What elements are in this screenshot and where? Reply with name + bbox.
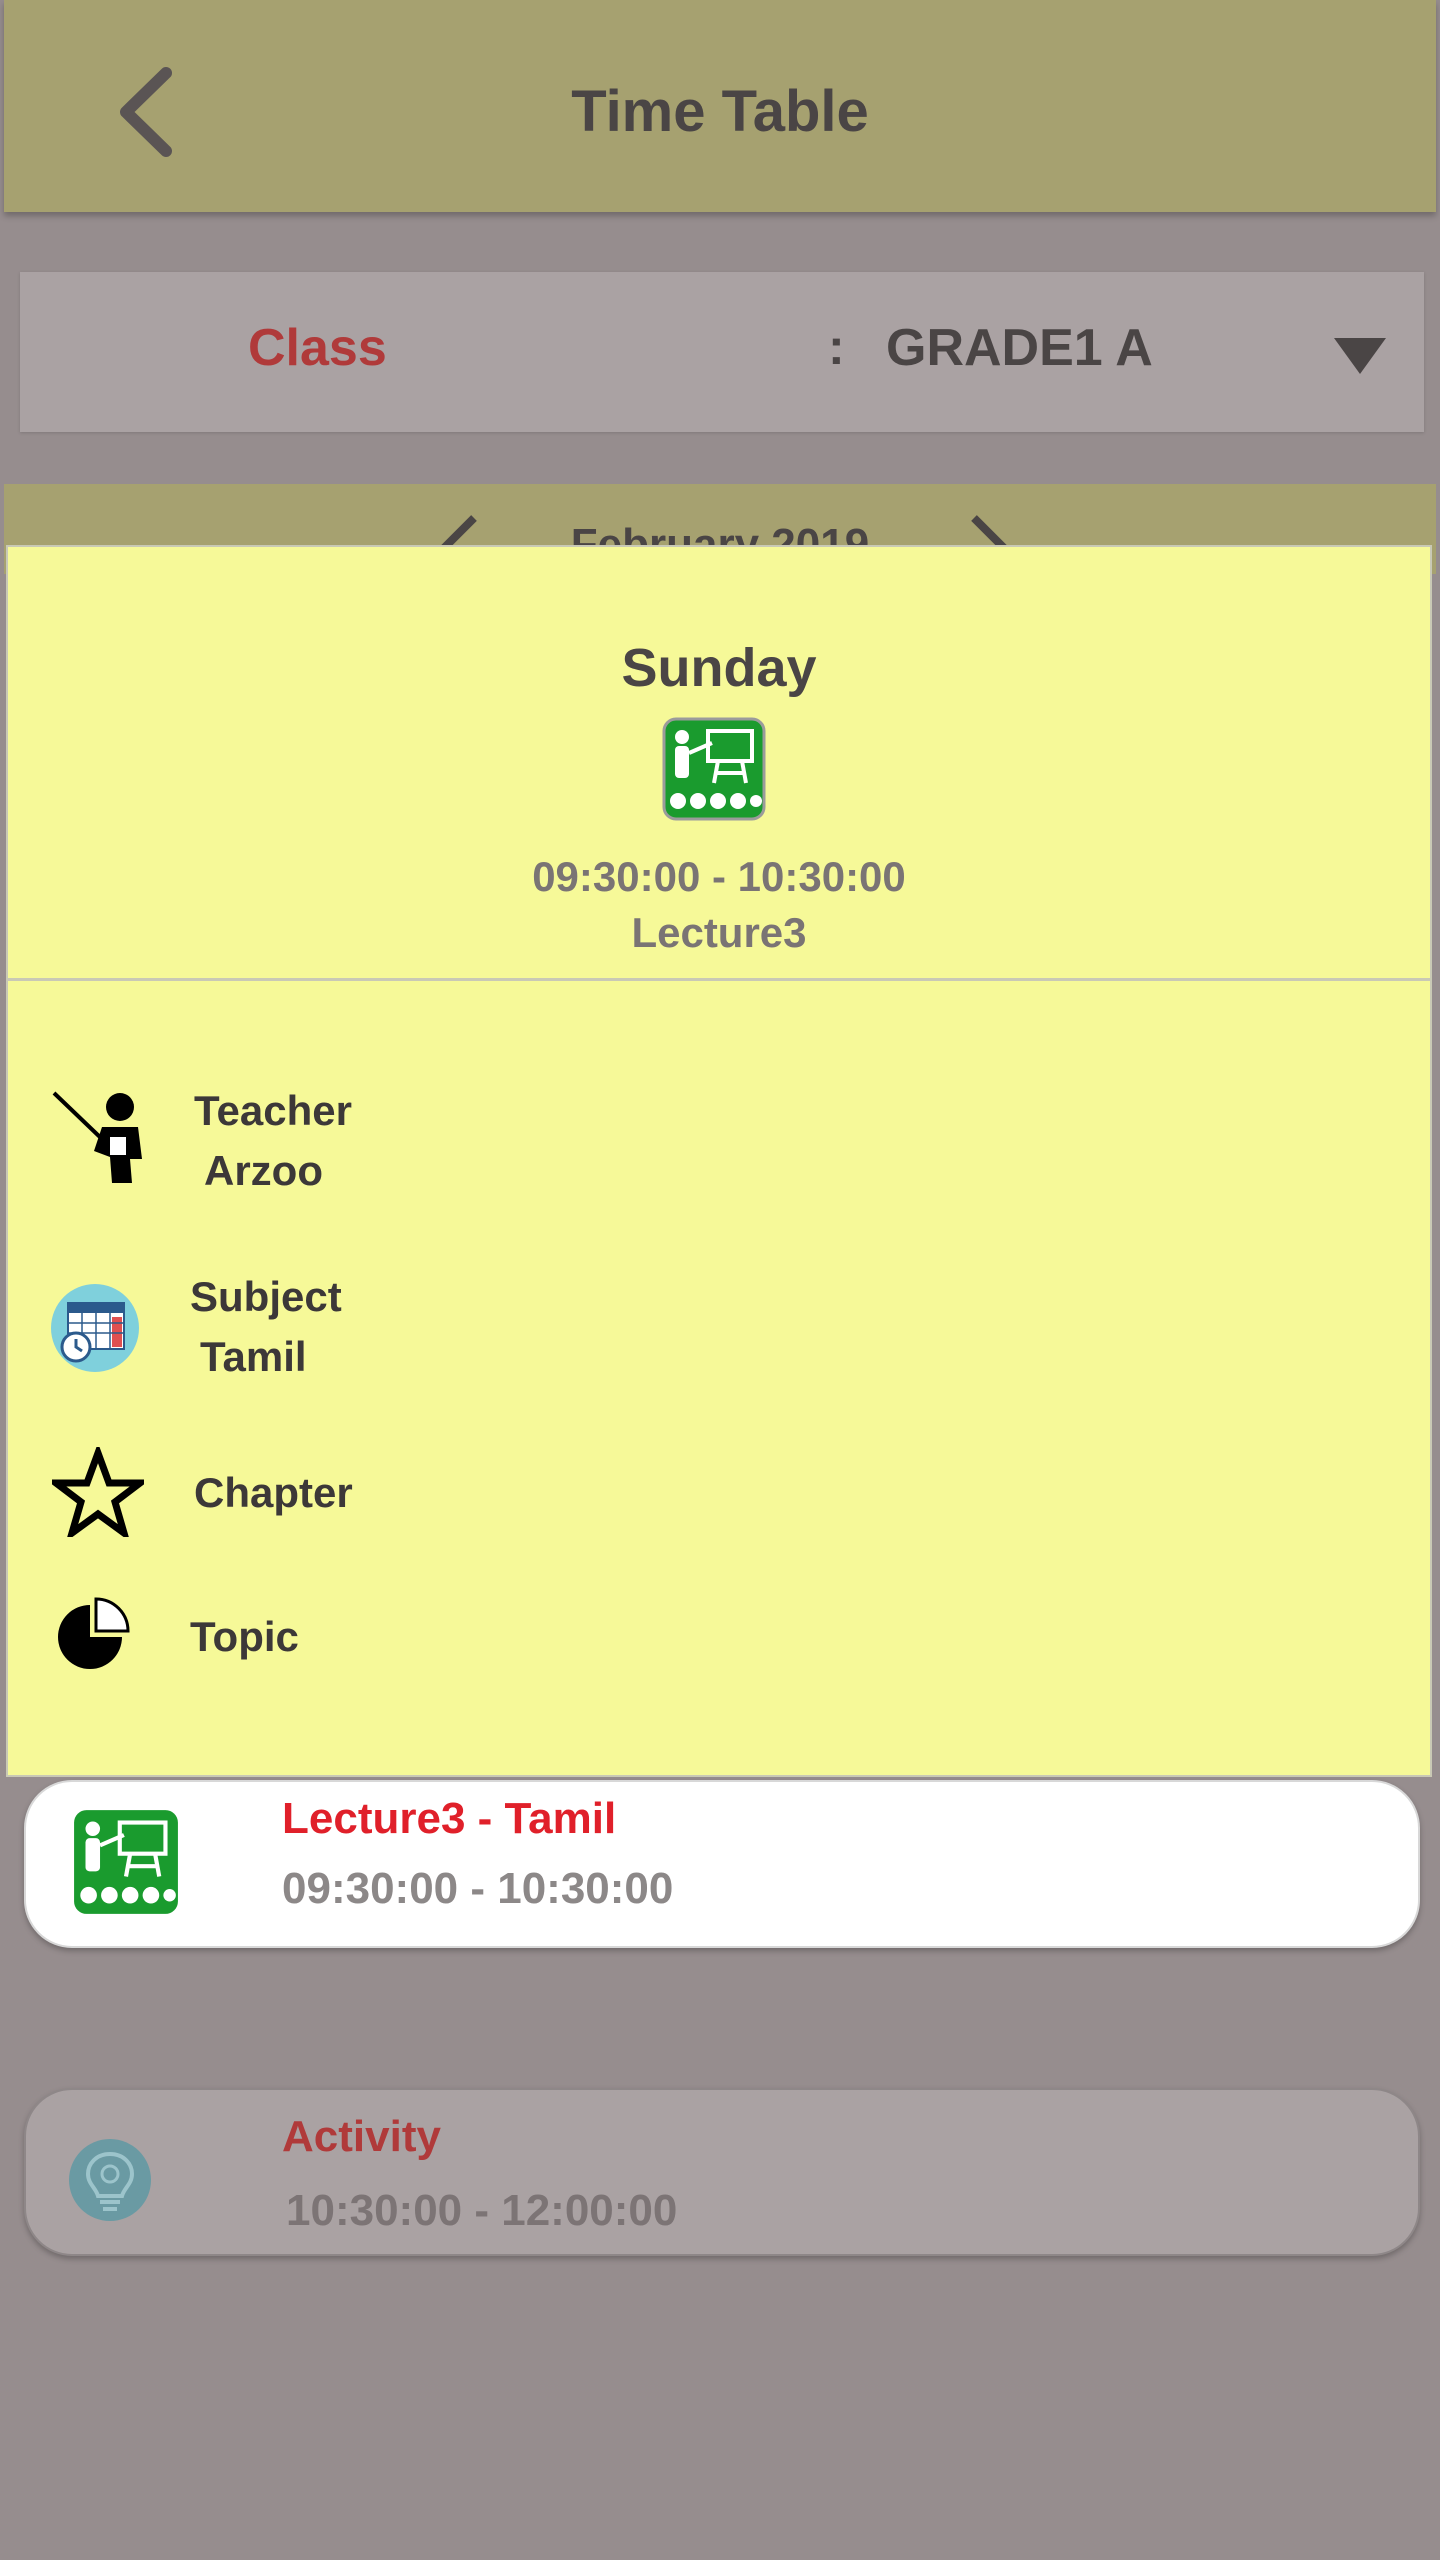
subject-row: Subject Tamil [8, 1273, 1430, 1403]
lecture-time: 09:30:00 - 10:30:00 [532, 853, 906, 900]
chapter-label: Chapter [194, 1469, 353, 1516]
subject-label: Subject [190, 1273, 342, 1320]
subject-value: Tamil [200, 1333, 307, 1380]
teacher-icon [52, 1091, 142, 1183]
schedule-item-time: 10:30:00 - 12:00:00 [286, 2186, 678, 2235]
class-label: Class [248, 319, 387, 377]
schedule-item-title: Lecture3 - Tamil [282, 1794, 617, 1843]
schedule-item-title: Activity [282, 2112, 441, 2161]
day-title: Sunday [621, 638, 817, 698]
schedule-item-activity[interactable]: Activity 10:30:00 - 12:00:00 [24, 2088, 1420, 2256]
teacher-row: Teacher Arzoo [8, 1087, 1430, 1217]
teacher-label: Teacher [194, 1087, 352, 1134]
app-bar: Time Table [4, 0, 1436, 212]
lecture-icon [74, 1810, 178, 1914]
schedule-item-time: 09:30:00 - 10:30:00 [282, 1864, 674, 1913]
bulb-icon [69, 2139, 151, 2221]
class-selector[interactable]: Class : GRADE1 A [20, 272, 1424, 432]
topic-label: Topic [190, 1613, 299, 1660]
chapter-row: Chapter [8, 1447, 1430, 1547]
topic-row: Topic [8, 1593, 1430, 1693]
dialog-header: Sunday 09:30:00 - 10:30:00 Lecture3 [8, 547, 1430, 981]
page-title: Time Table [571, 79, 869, 144]
class-value: GRADE1 A [886, 319, 1153, 377]
teacher-value: Arzoo [204, 1147, 323, 1194]
calendar-schedule-icon [51, 1284, 139, 1372]
star-icon [52, 1447, 144, 1537]
dropdown-arrow-icon[interactable] [1330, 334, 1390, 378]
lecture-icon [662, 717, 766, 821]
lecture-detail-dialog: Sunday 09:30:00 - 10:30:00 Lecture3 Teac… [6, 545, 1432, 1777]
schedule-item-lecture[interactable]: Lecture3 - Tamil 09:30:00 - 10:30:00 [24, 1780, 1420, 1948]
pie-chart-icon [58, 1597, 130, 1669]
class-separator: : [828, 319, 845, 375]
lecture-name: Lecture3 [631, 909, 807, 956]
